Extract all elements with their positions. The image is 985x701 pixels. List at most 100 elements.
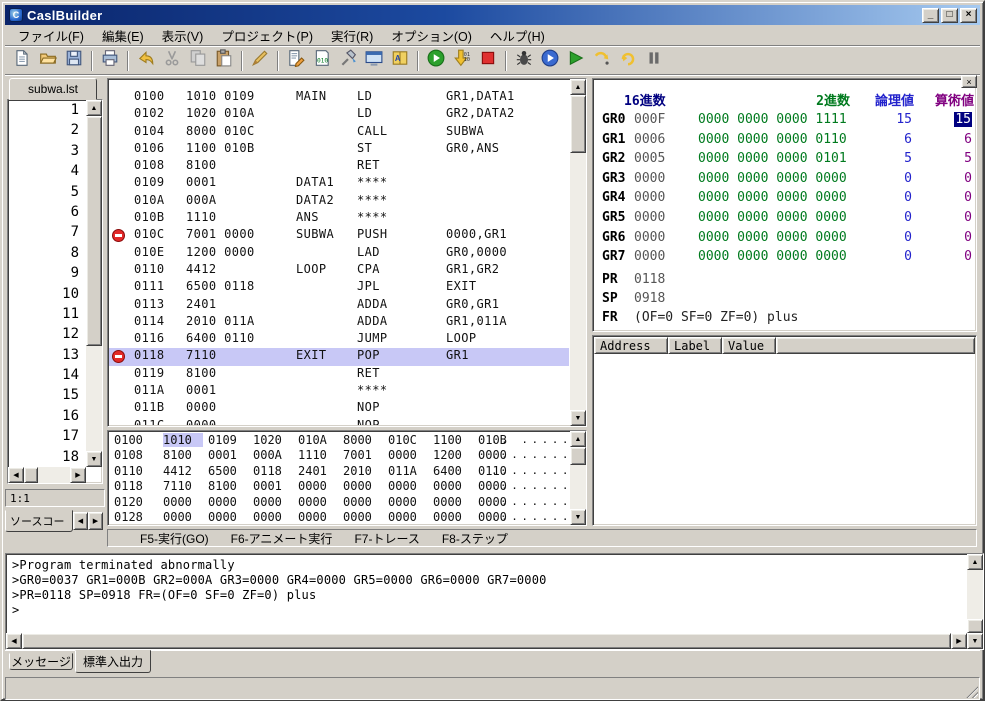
memory-word[interactable]: 0000 — [343, 510, 383, 524]
code-row[interactable]: 0104 8000 010C CALL SUBWA — [109, 124, 569, 141]
menu-item-6[interactable]: ヘルプ(H) — [481, 24, 554, 47]
line-number[interactable]: 11 — [8, 306, 85, 326]
stop-button[interactable] — [475, 49, 501, 73]
pane-close-button[interactable]: × — [961, 75, 977, 88]
watch-column-label[interactable]: Label — [668, 337, 722, 354]
close-button[interactable]: × — [960, 7, 977, 23]
scroll-left-button[interactable]: ◀ — [8, 467, 24, 483]
edit-source-button[interactable] — [283, 49, 309, 73]
memory-word[interactable]: 7001 — [343, 448, 383, 462]
memory-word[interactable]: 0000 — [298, 510, 338, 524]
memory-word[interactable]: 010C — [388, 433, 428, 447]
memory-word[interactable]: 0000 — [388, 510, 428, 524]
assemble-brush-button[interactable] — [247, 49, 273, 73]
tab-scroll-right-button[interactable]: ▶ — [88, 512, 103, 530]
cut-button[interactable] — [159, 49, 185, 73]
scroll-down-button[interactable]: ▼ — [967, 633, 983, 649]
register-hex-value[interactable]: 000F — [634, 112, 665, 127]
load-program-button[interactable]: 01 10 — [449, 49, 475, 73]
memory-word[interactable]: 7110 — [163, 479, 203, 493]
memory-word[interactable]: 1020 — [253, 433, 293, 447]
line-number[interactable]: 18 — [8, 449, 85, 466]
title-bar[interactable]: C CaslBuilder _ □ × — [5, 5, 980, 25]
memory-word[interactable]: 0000 — [433, 495, 473, 509]
code-row[interactable]: 010C 7001 0000 SUBWA PUSH 0000,GR1 — [109, 227, 569, 244]
memory-row[interactable]: 0110 4412 6500 0118 2401 2010 011A 6400 0110....… — [109, 464, 569, 479]
register-arith-value[interactable]: 0 — [894, 210, 972, 225]
register-hex-value[interactable]: 0006 — [634, 132, 665, 147]
line-number[interactable]: 12 — [8, 326, 85, 346]
memory-word[interactable]: 0000 — [253, 495, 293, 509]
memory-word[interactable]: 6500 — [208, 464, 248, 478]
breakpoint-icon[interactable] — [112, 349, 125, 363]
step-over-button[interactable] — [615, 49, 641, 73]
memory-word[interactable]: 0000 — [343, 495, 383, 509]
register-hex-value[interactable]: 0000 — [634, 249, 665, 264]
debug-button[interactable] — [511, 49, 537, 73]
tab-source-file[interactable]: subwa.lst — [9, 78, 97, 100]
memory-word[interactable]: 0000 — [388, 479, 428, 493]
scrollbar-thumb[interactable] — [24, 467, 38, 483]
code-row[interactable]: 0118 7110 EXIT POP GR1 — [109, 348, 569, 366]
memory-word[interactable]: 0000 — [208, 510, 248, 524]
line-number[interactable]: 6 — [8, 204, 85, 224]
resize-grip[interactable] — [965, 685, 978, 698]
code-row[interactable]: 0116 6400 0110 JUMP LOOP — [109, 331, 569, 348]
memory-row[interactable]: 0100 1010 0109 1020 010A 8000 010C 1100 010B.. .… — [109, 433, 569, 448]
scroll-down-button[interactable]: ▼ — [570, 509, 586, 525]
code-row[interactable]: 010B 1110 ANS **** — [109, 210, 569, 227]
menu-item-5[interactable]: オプション(O) — [382, 24, 481, 47]
copy-button[interactable] — [185, 49, 211, 73]
register-arith-value[interactable]: 15 — [894, 112, 972, 127]
new-file-button[interactable] — [9, 49, 35, 73]
code-row[interactable]: 011A 0001 **** — [109, 383, 569, 400]
scrollbar-thumb[interactable] — [86, 116, 102, 346]
line-number[interactable]: 7 — [8, 224, 85, 244]
code-row[interactable]: 0111 6500 0118 JPL EXIT — [109, 279, 569, 296]
register-arith-value[interactable]: 5 — [894, 151, 972, 166]
register-arith-value[interactable]: 0 — [894, 171, 972, 186]
memory-word[interactable]: 0001 — [208, 448, 248, 462]
tab-scroll-left-button[interactable]: ◀ — [73, 512, 88, 530]
memory-word[interactable]: 4412 — [163, 464, 203, 478]
run-button[interactable] — [423, 49, 449, 73]
code-row[interactable]: 0110 4412 LOOP CPA GR1,GR2 — [109, 262, 569, 279]
line-number[interactable]: 1 — [8, 102, 85, 122]
scroll-up-button[interactable]: ▲ — [570, 79, 586, 95]
go-button[interactable] — [563, 49, 589, 73]
continue-button[interactable] — [537, 49, 563, 73]
memory-word[interactable]: 0000 — [163, 510, 203, 524]
minimize-button[interactable]: _ — [922, 7, 939, 23]
breakpoint-icon[interactable] — [112, 228, 125, 242]
code-row[interactable]: 010E 1200 0000 LAD GR0,0000 — [109, 245, 569, 262]
memory-word[interactable]: 1010 — [163, 433, 203, 447]
maximize-button[interactable]: □ — [941, 7, 958, 23]
scroll-right-button[interactable]: ▶ — [70, 467, 86, 483]
memory-word[interactable]: 8100 — [163, 448, 203, 462]
memory-word[interactable]: 0000 — [253, 510, 293, 524]
scroll-right-button[interactable]: ▶ — [951, 633, 967, 649]
paste-button[interactable] — [211, 49, 237, 73]
undo-button[interactable] — [133, 49, 159, 73]
register-value[interactable]: 0118 — [634, 272, 665, 287]
memory-word[interactable]: 0118 — [253, 464, 293, 478]
print-button[interactable] — [97, 49, 123, 73]
memory-word[interactable]: 6400 — [433, 464, 473, 478]
output-console[interactable]: >Program terminated abnormally >GR0=0037 … — [5, 553, 984, 650]
memory-word[interactable]: 0000 — [298, 479, 338, 493]
code-row[interactable]: 011B 0000 NOP — [109, 400, 569, 417]
console-window-button[interactable] — [361, 49, 387, 73]
menu-item-4[interactable]: 実行(R) — [322, 24, 382, 47]
line-number[interactable]: 10 — [8, 286, 85, 306]
memory-word[interactable]: 0109 — [208, 433, 248, 447]
register-arith-value[interactable]: 0 — [894, 190, 972, 205]
memory-word[interactable]: 8000 — [343, 433, 383, 447]
memory-word[interactable]: 8100 — [208, 479, 248, 493]
scrollbar-thumb[interactable] — [967, 619, 983, 633]
memory-word[interactable]: 011A — [388, 464, 428, 478]
code-row[interactable]: 010A 000A DATA2 **** — [109, 193, 569, 210]
memory-word[interactable]: 1110 — [298, 448, 338, 462]
memory-word[interactable]: 010A — [298, 433, 338, 447]
line-number[interactable]: 14 — [8, 367, 85, 387]
register-arith-value[interactable]: 0 — [894, 249, 972, 264]
